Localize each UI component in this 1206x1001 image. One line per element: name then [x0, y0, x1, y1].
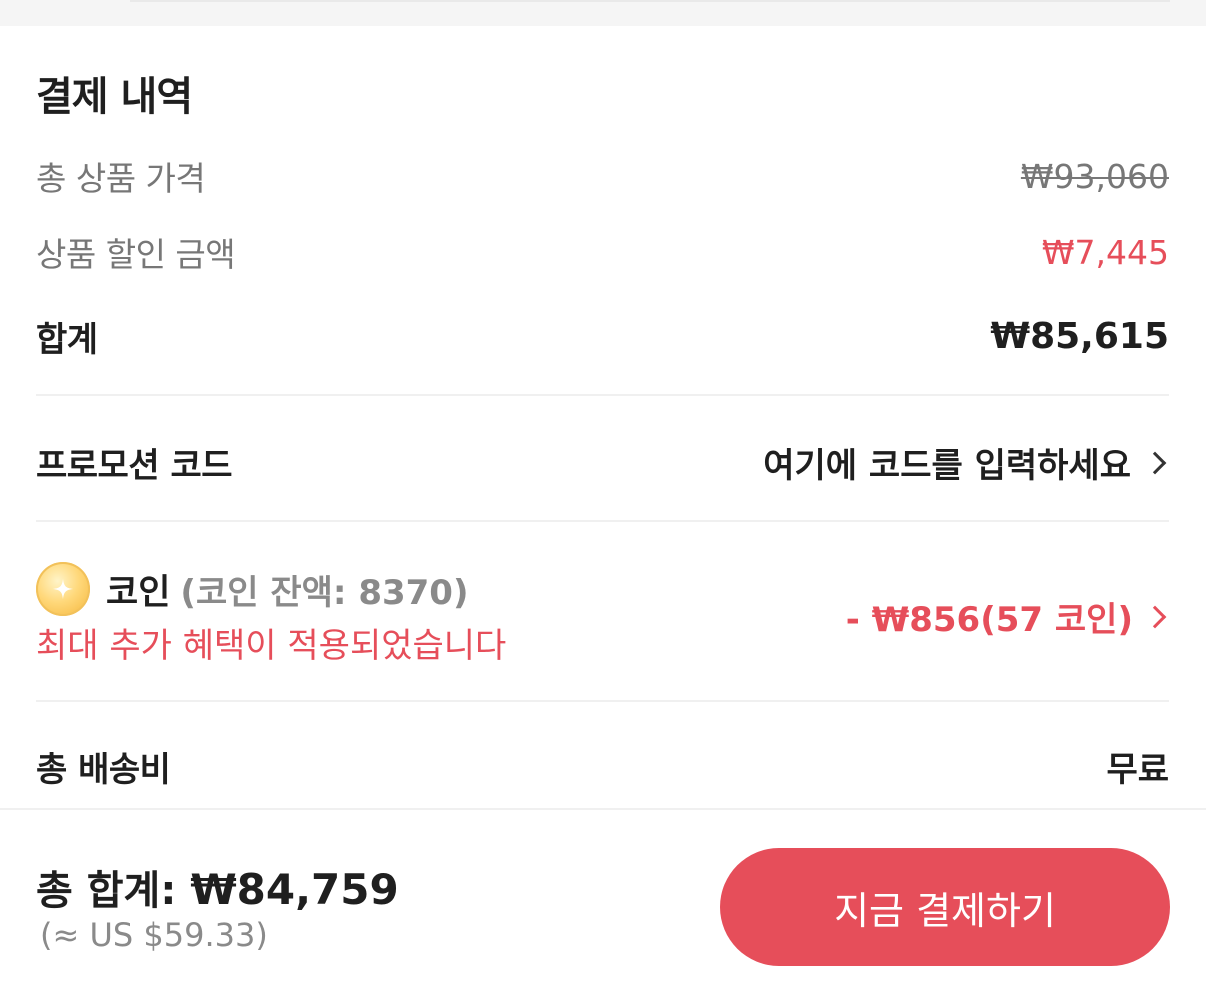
grand-total-value: ₩84,759	[190, 865, 399, 914]
subtotal-value: ₩85,615	[990, 316, 1169, 357]
checkout-footer: 총 합계: ₩84,759 (≈ US $59.33) 지금 결제하기	[0, 808, 1206, 1001]
total-product-price-value: ₩93,060	[1020, 156, 1169, 196]
product-discount-value: ₩7,445	[1041, 232, 1169, 272]
top-strip	[0, 0, 1206, 26]
section-title: 결제 내역	[36, 74, 193, 120]
coin-header: 코인 (코인 잔액: 8370)	[36, 562, 469, 616]
product-discount-label: 상품 할인 금액	[36, 235, 236, 274]
subtotal-row: 합계 ₩85,615	[36, 312, 1169, 361]
product-discount-row: 상품 할인 금액 ₩7,445	[36, 228, 1169, 276]
divider	[36, 394, 1169, 396]
total-product-price-row: 총 상품 가격 ₩93,060	[36, 152, 1169, 200]
promo-code-entry[interactable]: 여기에 코드를 입력하세요	[763, 438, 1169, 487]
coin-label: 코인	[106, 572, 171, 613]
sparkle-icon	[52, 578, 74, 600]
top-strip-divider	[130, 0, 1170, 2]
grand-total-label: 총 합계:	[36, 868, 177, 914]
coin-row[interactable]: 코인 (코인 잔액: 8370) 최대 추가 혜택이 적용되었습니다 - ₩85…	[36, 562, 1169, 672]
grand-total: 총 합계: ₩84,759	[36, 858, 399, 916]
promo-code-placeholder: 여기에 코드를 입력하세요	[763, 446, 1131, 486]
shipping-value: 무료	[1106, 750, 1169, 790]
promo-code-row[interactable]: 프로모션 코드 여기에 코드를 입력하세요	[36, 438, 1169, 487]
divider	[36, 700, 1169, 702]
chevron-right-icon	[1143, 605, 1167, 628]
pay-now-button[interactable]: 지금 결제하기	[720, 848, 1170, 966]
divider	[36, 520, 1169, 522]
subtotal-label: 합계	[36, 320, 98, 360]
coin-icon	[36, 562, 90, 616]
total-product-price-label: 총 상품 가격	[36, 159, 206, 198]
shipping-row: 총 배송비 무료	[36, 742, 1169, 791]
coin-discount[interactable]: - ₩856(57 코인)	[846, 592, 1169, 641]
chevron-right-icon	[1143, 451, 1167, 474]
usd-equivalent: (≈ US $59.33)	[40, 916, 268, 954]
coin-discount-value: - ₩856(57 코인)	[845, 600, 1133, 640]
promo-code-label: 프로모션 코드	[36, 446, 233, 486]
shipping-label: 총 배송비	[36, 750, 171, 790]
coin-benefit-note: 최대 추가 혜택이 적용되었습니다	[36, 626, 507, 666]
coin-balance: (코인 잔액: 8370)	[180, 572, 469, 613]
